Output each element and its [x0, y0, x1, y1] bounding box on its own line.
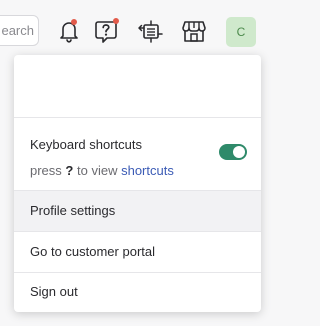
hint-prefix: press [30, 163, 62, 178]
help-button[interactable] [92, 17, 120, 45]
integrations-icon [138, 20, 163, 43]
help-badge-dot [113, 18, 119, 24]
top-bar: C [0, 0, 272, 62]
hint-middle: to view [77, 163, 118, 178]
shortcuts-link[interactable]: shortcuts [121, 163, 174, 178]
notification-bell-icon [60, 22, 78, 43]
keyboard-shortcuts-section: Keyboard shortcuts press ? to view short… [14, 118, 261, 190]
store-button[interactable] [180, 17, 208, 45]
keyboard-shortcuts-toggle[interactable] [219, 144, 247, 160]
search-box[interactable] [0, 15, 39, 46]
user-dropdown-menu: Keyboard shortcuts press ? to view short… [14, 55, 261, 312]
integrations-button[interactable] [136, 17, 164, 45]
keyboard-shortcuts-hint: press ? to view shortcuts [30, 163, 174, 178]
hint-key: ? [65, 163, 74, 178]
search-input[interactable] [0, 16, 38, 45]
user-avatar-button[interactable]: C [226, 17, 256, 47]
profile-settings-item[interactable]: Profile settings [14, 191, 261, 231]
notifications-button[interactable] [55, 17, 83, 45]
notification-badge-dot [71, 19, 77, 25]
keyboard-shortcuts-title: Keyboard shortcuts [30, 137, 143, 152]
customer-portal-item[interactable]: Go to customer portal [14, 232, 261, 272]
store-icon [182, 21, 206, 42]
sign-out-item[interactable]: Sign out [14, 272, 261, 312]
menu-header-area [14, 55, 261, 117]
toggle-knob [233, 146, 245, 158]
